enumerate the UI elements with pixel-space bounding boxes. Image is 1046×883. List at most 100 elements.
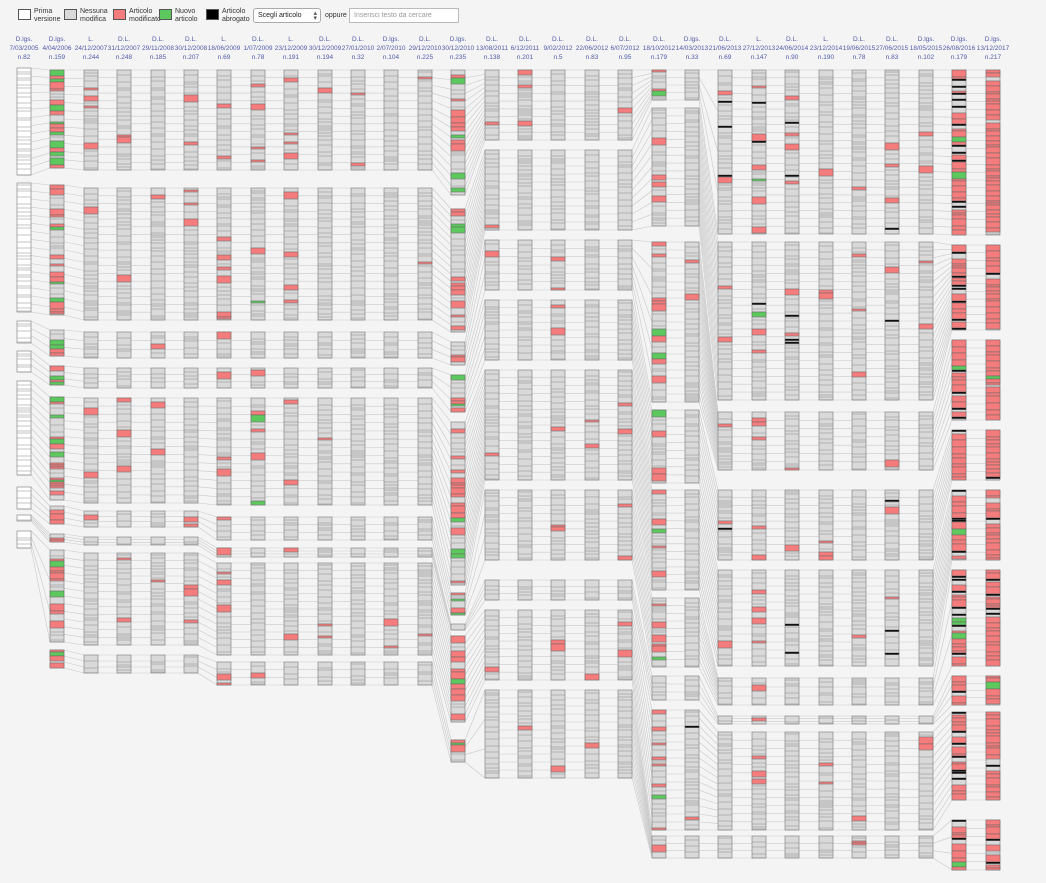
article-cell	[49, 539, 65, 543]
article-cell	[49, 99, 65, 106]
connector-line	[63, 355, 85, 359]
article-group	[116, 367, 132, 389]
connector-line	[63, 378, 85, 382]
article-cell	[49, 81, 65, 90]
connector-line	[464, 171, 486, 242]
connector-line	[63, 347, 85, 350]
article-cell	[450, 612, 466, 616]
article-cell	[450, 688, 466, 696]
connector-line	[932, 225, 953, 228]
article-cell	[49, 352, 65, 357]
connector-line	[932, 408, 953, 462]
article-cell	[450, 469, 466, 474]
connector-line	[932, 266, 953, 282]
connector-line	[464, 391, 486, 455]
connector-line	[932, 202, 953, 204]
connector-line	[63, 290, 85, 296]
article-cell	[450, 635, 466, 644]
article-cell	[49, 140, 65, 149]
article-cell	[216, 254, 232, 261]
connector-line	[431, 242, 452, 260]
connector-line	[698, 821, 719, 824]
connector-line	[932, 385, 953, 446]
article-group	[16, 530, 32, 549]
connector-line	[431, 100, 452, 109]
connector-line	[30, 412, 51, 432]
connector-line	[631, 273, 653, 349]
connector-line	[30, 247, 51, 251]
connector-line	[63, 460, 85, 463]
article-cell	[250, 410, 266, 416]
article-cell	[450, 517, 466, 523]
article-cell	[49, 271, 65, 278]
connector-line	[63, 200, 85, 205]
article-cell	[216, 682, 232, 686]
connector-line	[197, 526, 218, 541]
article-group	[517, 489, 533, 561]
connector-line	[698, 636, 719, 694]
article-cell	[450, 289, 466, 296]
article-cell	[49, 188, 65, 196]
connector-line	[431, 340, 452, 350]
article-cell	[417, 76, 433, 80]
article-group	[517, 239, 533, 291]
article-cell	[450, 527, 466, 536]
article-cell	[283, 132, 299, 136]
connector-line	[30, 67, 51, 71]
connector-line	[197, 598, 218, 610]
article-cell	[216, 311, 232, 318]
article-cell	[49, 477, 65, 481]
connector-line	[197, 629, 218, 640]
article-cell	[283, 141, 299, 145]
connector-line	[431, 131, 452, 148]
article-cell	[49, 301, 65, 310]
connector-line	[30, 152, 51, 159]
connector-line	[631, 79, 653, 94]
article-cell	[450, 226, 466, 234]
article-cell	[484, 452, 500, 457]
connector-line	[631, 131, 653, 167]
connector-line	[932, 770, 953, 798]
article-cell	[250, 672, 266, 679]
connector-line	[30, 427, 51, 449]
article-cell	[83, 142, 99, 150]
article-group	[484, 369, 500, 481]
article-group	[116, 510, 132, 528]
connector-line	[30, 190, 51, 194]
connector-line	[63, 159, 85, 162]
article-cell	[250, 500, 266, 506]
connector-line	[631, 202, 653, 215]
article-cell	[183, 189, 199, 193]
connector-line	[63, 618, 85, 623]
article-cell	[450, 285, 466, 291]
article-cell	[49, 485, 65, 489]
connector-line	[932, 777, 953, 806]
article-cell	[116, 397, 132, 403]
connector-line	[932, 836, 953, 844]
connector-line	[932, 785, 953, 814]
article-cell	[216, 579, 232, 586]
connector-line	[431, 234, 452, 253]
article-cell	[49, 131, 65, 136]
connector-line	[932, 339, 953, 413]
connector-line	[197, 494, 218, 498]
connector-line	[30, 114, 51, 118]
connector-line	[63, 523, 85, 528]
article-group	[484, 69, 500, 141]
article-group	[383, 367, 399, 389]
connector-line	[431, 154, 452, 176]
connector-line	[464, 74, 486, 79]
article-cell	[216, 604, 232, 613]
connector-line	[431, 455, 452, 510]
article-cell	[216, 275, 232, 284]
connector-line	[197, 614, 218, 625]
connector-line	[932, 792, 953, 822]
article-cell	[49, 483, 65, 487]
connector-line	[63, 365, 85, 369]
connector-line	[63, 483, 85, 488]
connector-line	[63, 580, 85, 584]
article-group	[283, 661, 299, 686]
article-cell	[250, 247, 266, 255]
article-cell	[49, 509, 65, 515]
article-cell	[450, 276, 466, 282]
